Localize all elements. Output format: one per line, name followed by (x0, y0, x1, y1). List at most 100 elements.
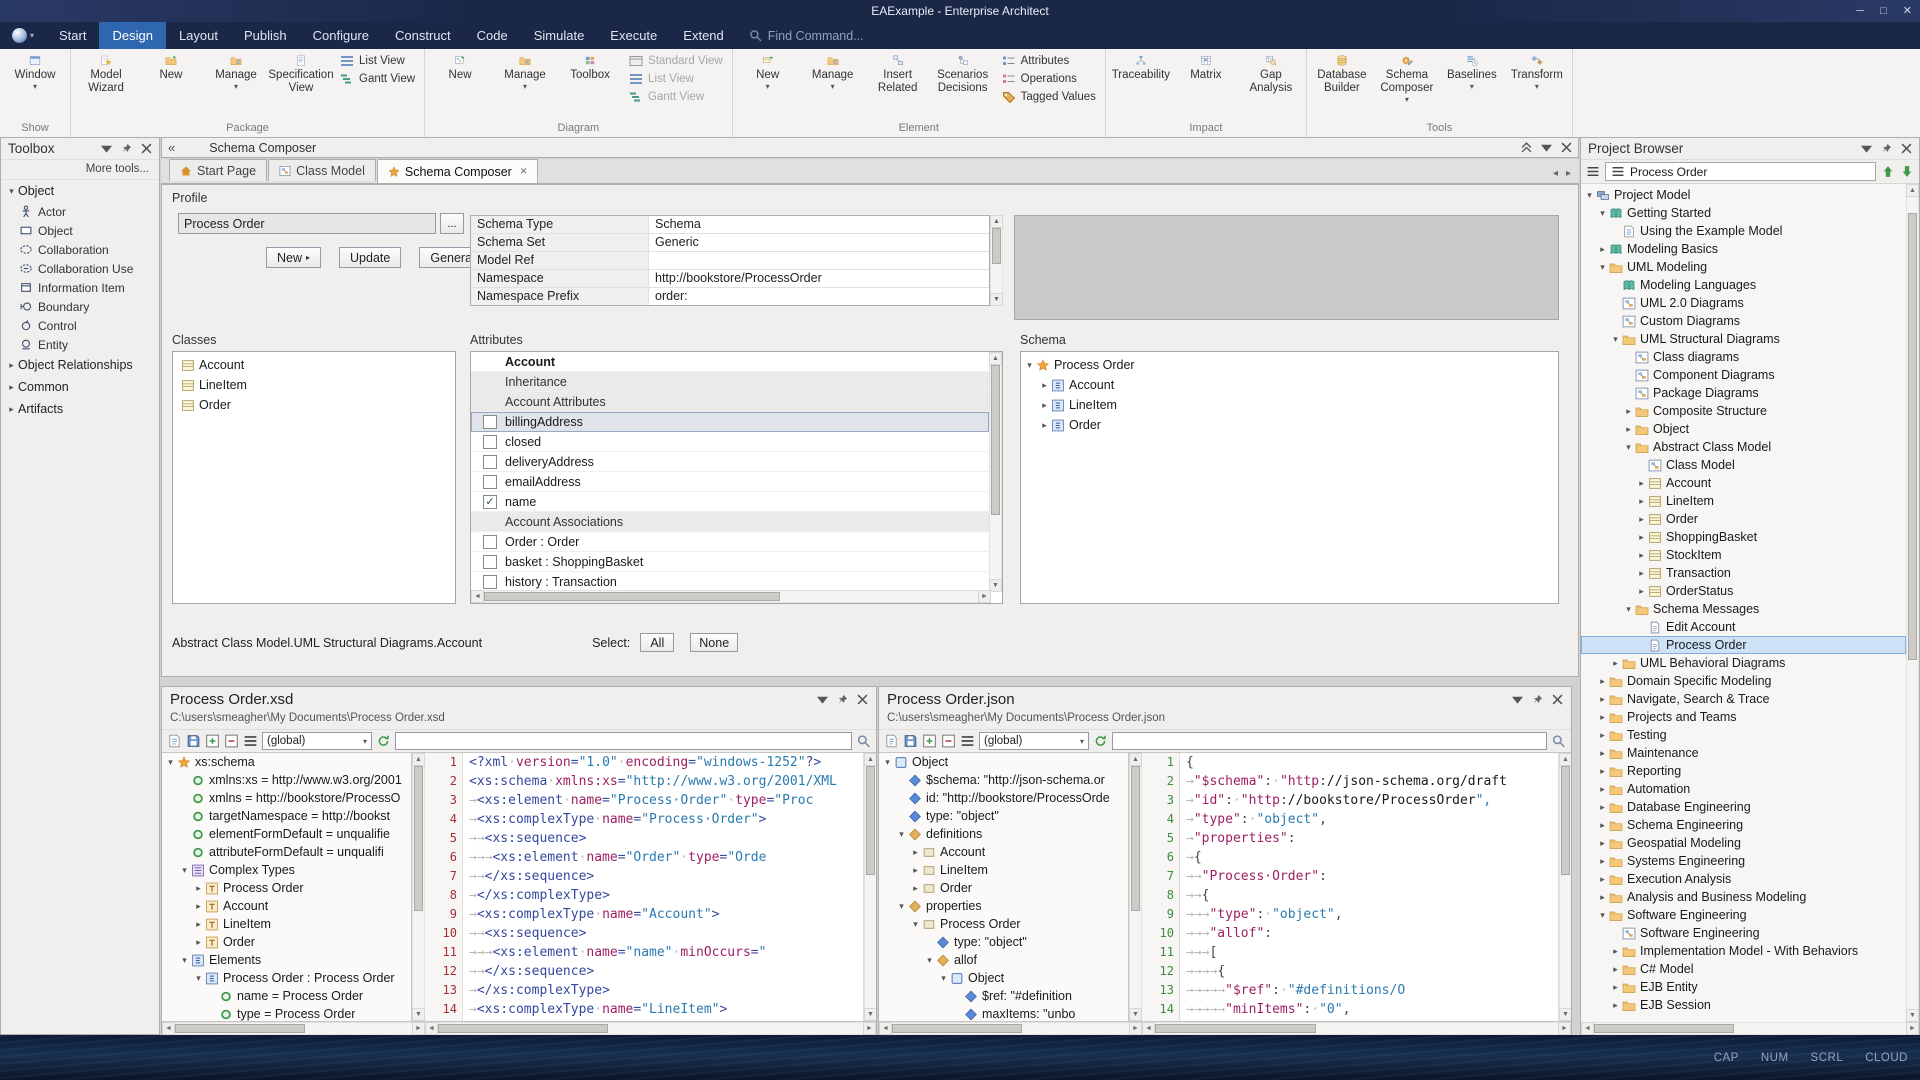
new-button[interactable]: New (428, 50, 492, 121)
browser-node-schema-engineering[interactable]: ▸Schema Engineering (1581, 816, 1906, 834)
xsd-code[interactable]: <?xml·version="1.0"·encoding="windows-12… (463, 753, 863, 1021)
expander-icon[interactable]: ▸ (1596, 874, 1609, 885)
scroll-arrow-icon[interactable]: ▼ (1906, 1009, 1919, 1022)
xsd-node-account[interactable]: ▸Account (162, 897, 411, 915)
navigate-down-icon[interactable] (1900, 165, 1914, 178)
window-button[interactable]: Window▾ (3, 50, 67, 121)
save-icon[interactable] (903, 734, 918, 748)
xsd-node-xmlns-xs-http-www-w3-org-2001[interactable]: xmlns:xs = http://www.w3.org/2001 (162, 771, 411, 789)
browser-node-reporting[interactable]: ▸Reporting (1581, 762, 1906, 780)
scroll-arrow-icon[interactable]: ► (1906, 1022, 1919, 1035)
expander-icon[interactable]: ▾ (909, 919, 922, 930)
browser-node-software-engineering[interactable]: ▾Software Engineering (1581, 906, 1906, 924)
gantt-view-button[interactable]: Gantt View (336, 72, 419, 86)
json-node-account[interactable]: ▸Account (879, 843, 1128, 861)
scroll-arrow-icon[interactable]: ▼ (1129, 1008, 1142, 1021)
refresh-icon[interactable] (376, 734, 391, 748)
expander-icon[interactable]: ▸ (1596, 694, 1609, 705)
save-icon[interactable] (186, 734, 201, 748)
scroll-arrow-icon[interactable]: ◄ (425, 1022, 438, 1035)
scroll-arrow-icon[interactable]: ► (412, 1022, 425, 1035)
expander-icon[interactable]: ▾ (178, 865, 191, 876)
xsd-node-elements[interactable]: ▾Elements (162, 951, 411, 969)
expander-icon[interactable]: ▸ (1596, 766, 1609, 777)
expander-icon[interactable]: ▾ (164, 757, 177, 768)
toolbox-item-actor[interactable]: Actor (1, 202, 159, 221)
json-node-definitions[interactable]: ▾definitions (879, 825, 1128, 843)
scrollbar[interactable]: ◄► (471, 590, 991, 603)
browser-node-uml-structural-diagrams[interactable]: ▾UML Structural Diagrams (1581, 330, 1906, 348)
find-command[interactable]: Find Command... (749, 22, 864, 49)
update-button[interactable]: Update (339, 247, 401, 268)
browser-node-project-model[interactable]: ▾Project Model (1581, 186, 1906, 204)
expander-icon[interactable]: ▸ (192, 937, 205, 948)
property-row[interactable]: Schema SetGeneric (471, 234, 989, 252)
attribute-checkbox[interactable] (483, 555, 497, 569)
xsd-node-process-order-process-order[interactable]: ▾Process Order : Process Order (162, 969, 411, 987)
scroll-thumb[interactable] (892, 1024, 1022, 1033)
scrollbar[interactable]: ▲▼ (1906, 184, 1919, 1022)
browser-node-class-diagrams[interactable]: Class diagrams (1581, 348, 1906, 366)
expander-icon[interactable]: ▸ (1596, 676, 1609, 687)
schema-node-account[interactable]: ▸Account (1021, 375, 1558, 395)
expander-icon[interactable]: ▸ (1609, 946, 1622, 957)
toolbox-section-object-relationships[interactable]: ▸Object Relationships (1, 354, 159, 376)
expander-icon[interactable]: ▾ (895, 829, 908, 840)
scroll-arrow-icon[interactable]: ▼ (990, 293, 1003, 306)
close-icon[interactable] (1561, 142, 1572, 153)
scrollbar[interactable]: ◄► (879, 1022, 1142, 1035)
status-indicator-cap[interactable]: CAP (1714, 1052, 1739, 1064)
expander-icon[interactable]: ▾ (1596, 910, 1609, 921)
browser-node-component-diagrams[interactable]: Component Diagrams (1581, 366, 1906, 384)
scrollbar[interactable]: ◄► (425, 1022, 876, 1035)
json-filter-input[interactable] (1112, 732, 1547, 750)
database-builder-button[interactable]: Database Builder (1310, 50, 1374, 121)
scroll-track[interactable] (1155, 1022, 1558, 1035)
new-document-icon[interactable] (167, 734, 182, 748)
attribute-checkbox[interactable] (483, 455, 497, 469)
browser-node-stockitem[interactable]: ▸StockItem (1581, 546, 1906, 564)
property-value[interactable]: http://bookstore/ProcessOrder (649, 270, 989, 287)
scroll-arrow-icon[interactable]: ◄ (879, 1022, 892, 1035)
scroll-arrow-icon[interactable]: ▲ (412, 753, 425, 766)
expander-icon[interactable]: ▸ (1635, 478, 1648, 489)
attribute-row-history-transaction[interactable]: history : Transaction (471, 572, 989, 590)
minimize-button[interactable]: ─ (1856, 0, 1864, 22)
xsd-filter-input[interactable] (395, 732, 852, 750)
expander-icon[interactable]: ▸ (1609, 658, 1622, 669)
close-icon[interactable] (1901, 143, 1912, 154)
expander-icon[interactable]: ▸ (1635, 568, 1648, 579)
json-node-order[interactable]: ▸Order (879, 879, 1128, 897)
json-node-ref-definition[interactable]: $ref: "#definition (879, 987, 1128, 1005)
toolbox-item-object[interactable]: Object (1, 221, 159, 240)
expander-icon[interactable]: ▾ (192, 973, 205, 984)
property-value[interactable]: order: (649, 288, 989, 305)
ribbon-tab-configure[interactable]: Configure (300, 22, 382, 49)
expander-icon[interactable]: ▸ (5, 382, 18, 393)
xsd-node-xs-schema[interactable]: ▾xs:schema (162, 753, 411, 771)
expander-icon[interactable]: ▾ (937, 973, 950, 984)
browser-node-lineitem[interactable]: ▸LineItem (1581, 492, 1906, 510)
scroll-track[interactable] (1559, 766, 1571, 1008)
ribbon-tab-extend[interactable]: Extend (670, 22, 736, 49)
scroll-thumb[interactable] (414, 766, 423, 911)
scroll-thumb[interactable] (484, 592, 780, 601)
expander-icon[interactable]: ▾ (895, 901, 908, 912)
attribute-row-closed[interactable]: closed (471, 432, 989, 452)
expander-icon[interactable]: ▸ (5, 404, 18, 415)
expander-icon[interactable]: ▸ (1635, 586, 1648, 597)
toolbox-item-collaboration-use[interactable]: Collaboration Use (1, 259, 159, 278)
scroll-thumb[interactable] (1155, 1024, 1316, 1033)
expander-icon[interactable]: ▸ (1038, 420, 1051, 431)
insert-related-button[interactable]: Insert Related (866, 50, 930, 121)
browser-node-ejb-entity[interactable]: ▸EJB Entity (1581, 978, 1906, 996)
browser-node-uml-2-0-diagrams[interactable]: UML 2.0 Diagrams (1581, 294, 1906, 312)
expander-icon[interactable]: ▸ (1635, 532, 1648, 543)
browser-node-projects-and-teams[interactable]: ▸Projects and Teams (1581, 708, 1906, 726)
tab-scroll-left-icon[interactable]: ◂ (1553, 168, 1558, 179)
ribbon-tab-execute[interactable]: Execute (597, 22, 670, 49)
manage-button[interactable]: Manage▾ (204, 50, 268, 121)
browser-node-modeling-basics[interactable]: ▸Modeling Basics (1581, 240, 1906, 258)
attribute-checkbox[interactable] (483, 575, 497, 589)
xsd-node-order[interactable]: ▸Order (162, 933, 411, 951)
